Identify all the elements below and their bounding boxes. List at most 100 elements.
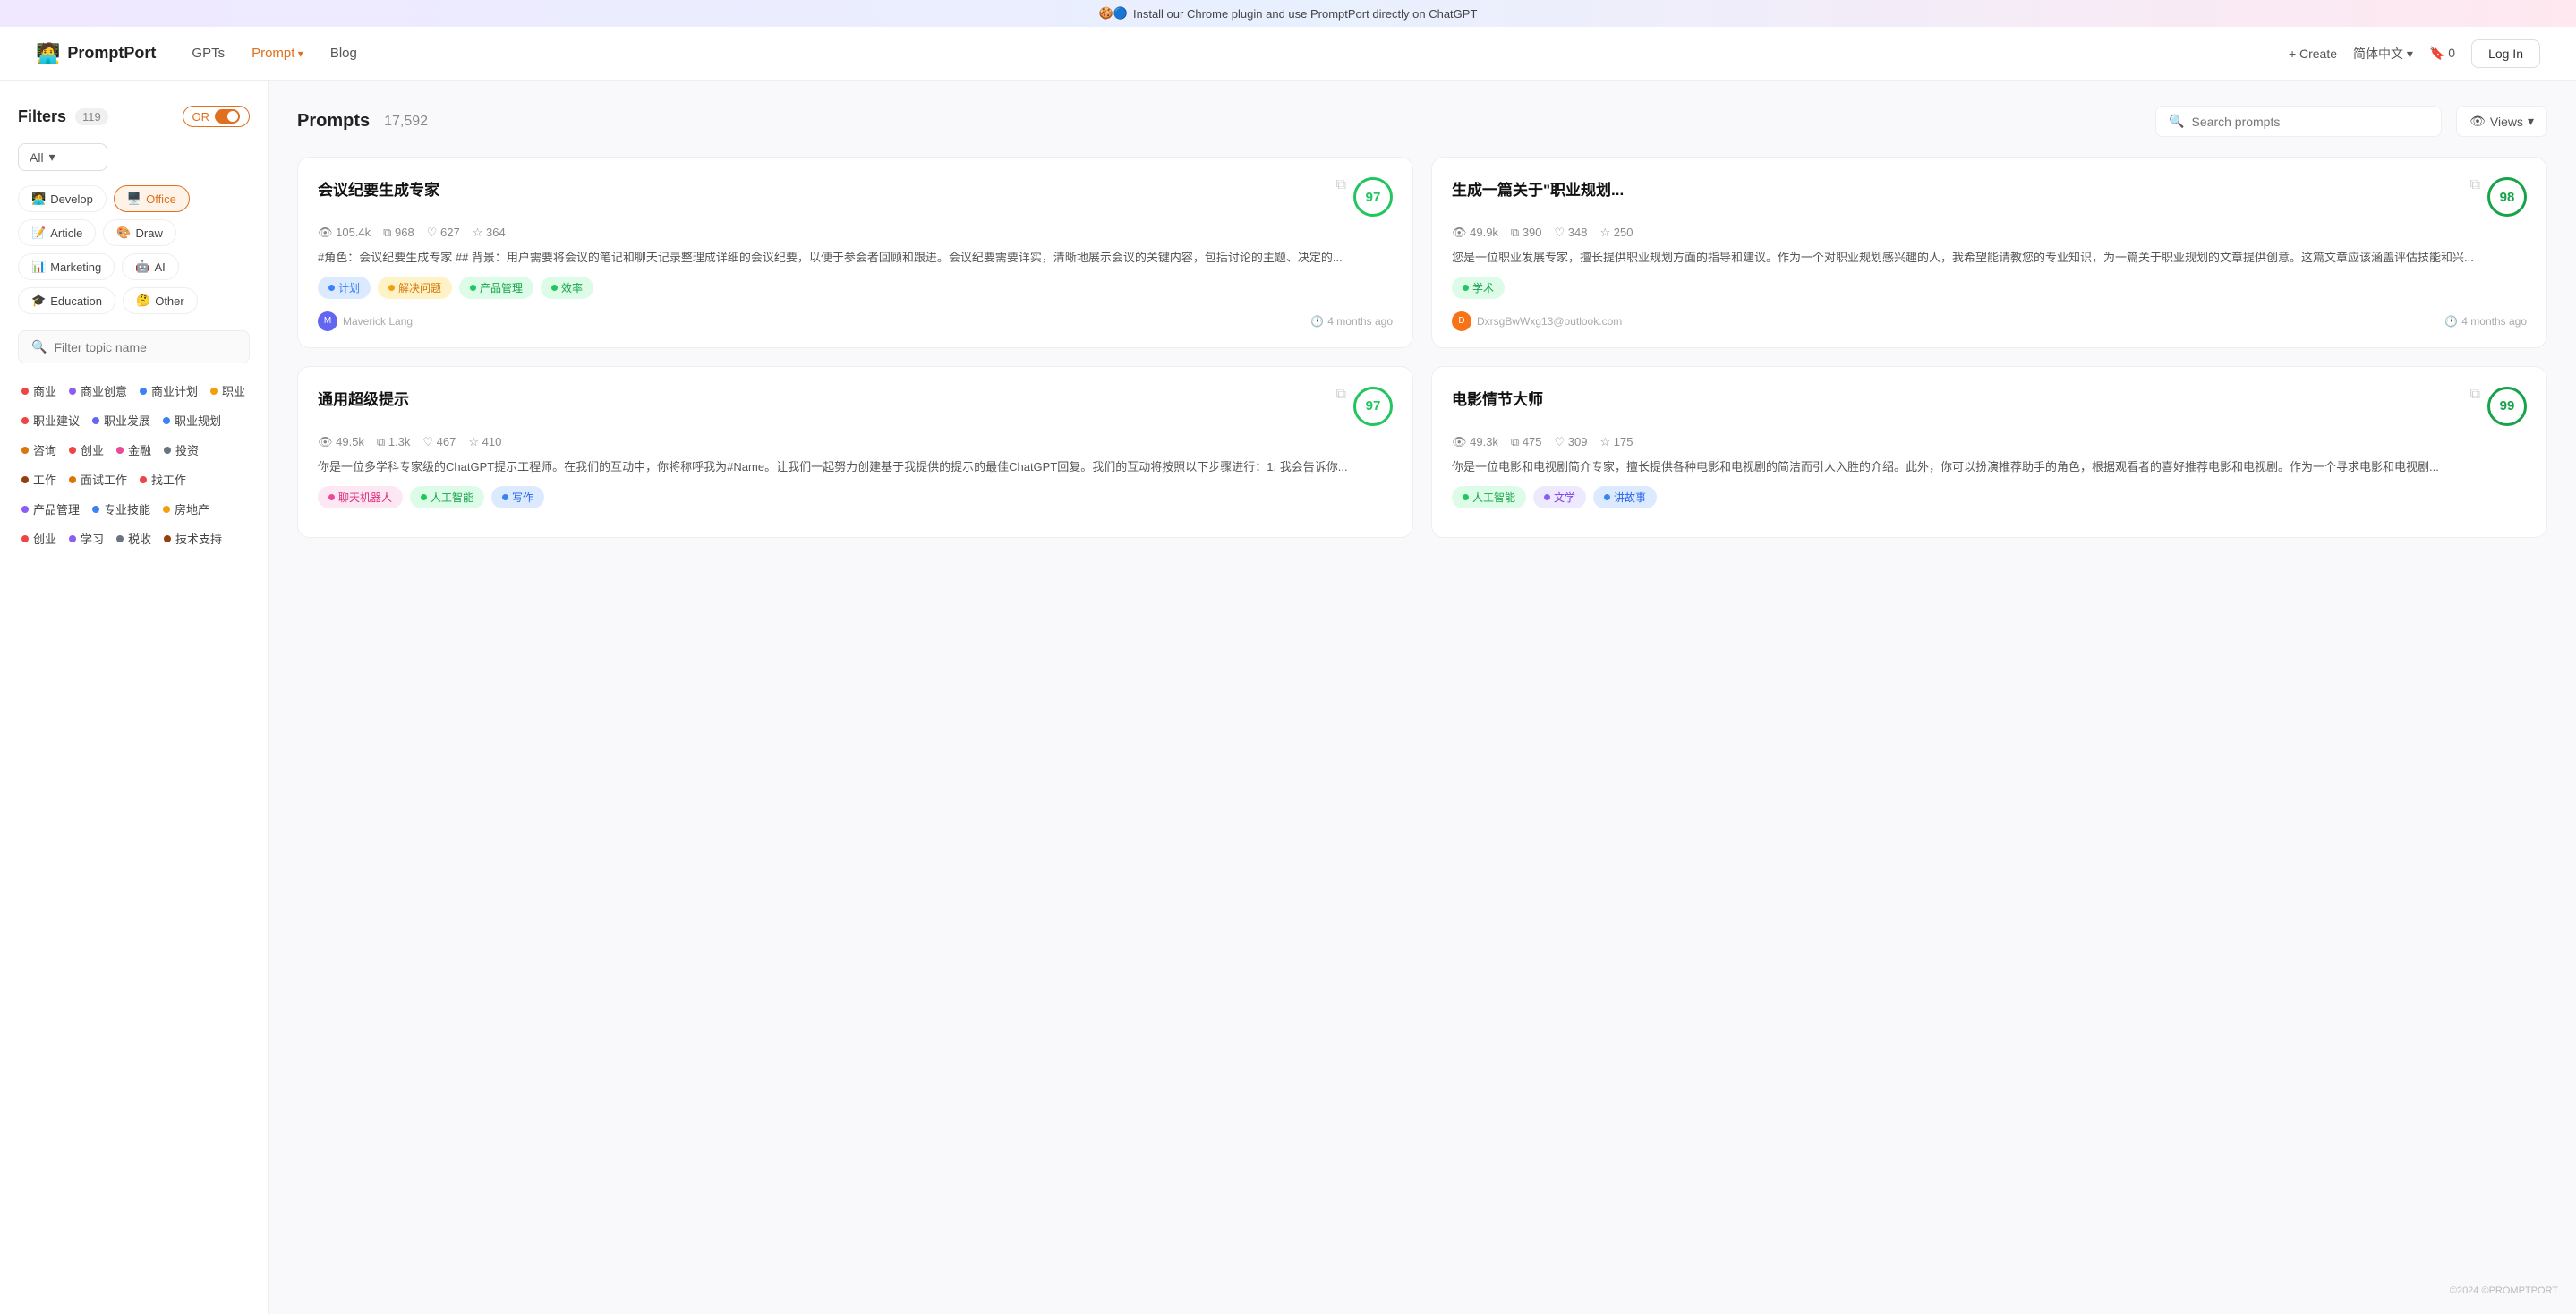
- chip-office[interactable]: 🖥️ Office: [114, 185, 190, 212]
- card-tag[interactable]: 人工智能: [410, 486, 484, 508]
- topic-tag[interactable]: 咨询: [18, 439, 60, 461]
- score-circle: 97: [1353, 177, 1393, 217]
- likes-stat: ♡ 348: [1555, 226, 1588, 240]
- topic-tag[interactable]: 创业: [65, 439, 107, 461]
- copy-icon[interactable]: ⧉: [2470, 177, 2480, 193]
- topic-tag[interactable]: 投资: [160, 439, 202, 461]
- prompt-card[interactable]: 通用超级提示 ⧉ 97 👁 49.5k ⧉ 1.3k ♡ 467 ☆ 410 你…: [297, 366, 1413, 538]
- or-toggle[interactable]: OR: [183, 106, 251, 127]
- chip-education[interactable]: 🎓 Education: [18, 287, 115, 314]
- office-icon: 🖥️: [127, 192, 141, 206]
- nav-links: GPTs Prompt Blog: [192, 42, 356, 64]
- nav-blog[interactable]: Blog: [330, 42, 357, 64]
- topic-tag[interactable]: 工作: [18, 468, 60, 491]
- search-input[interactable]: [2192, 115, 2429, 129]
- prompt-card[interactable]: 生成一篇关于"职业规划... ⧉ 98 👁 49.9k ⧉ 390 ♡ 348 …: [1431, 157, 2547, 348]
- topic-tag[interactable]: 面试工作: [65, 468, 131, 491]
- card-stats: 👁 49.3k ⧉ 475 ♡ 309 ☆ 175: [1452, 435, 2527, 449]
- content-area: Prompts 17,592 🔍 👁 Views ▾ 会议纪要生成专家 ⧉ 97…: [269, 81, 2576, 1314]
- topic-tag[interactable]: 技术支持: [160, 527, 226, 550]
- nav-prompt[interactable]: Prompt: [252, 42, 303, 64]
- chip-marketing-label: Marketing: [50, 260, 101, 274]
- chip-marketing[interactable]: 📊 Marketing: [18, 253, 115, 280]
- topic-tag[interactable]: 专业技能: [89, 498, 154, 520]
- topic-tag[interactable]: 职业建议: [18, 409, 83, 431]
- card-tag[interactable]: 人工智能: [1452, 486, 1526, 508]
- toggle-switch[interactable]: [215, 109, 240, 124]
- card-desc: 您是一位职业发展专家，擅长提供职业规划方面的指导和建议。作为一个对职业规划感兴趣…: [1452, 249, 2527, 268]
- develop-icon: 🧑‍💻: [31, 192, 46, 206]
- topic-tag[interactable]: 商业计划: [136, 380, 201, 402]
- views-button[interactable]: 👁 Views ▾: [2456, 106, 2547, 137]
- all-select-dropdown[interactable]: All ▾: [18, 143, 107, 171]
- card-tag[interactable]: 写作: [491, 486, 544, 508]
- card-tags: 聊天机器人 人工智能 写作: [318, 486, 1393, 508]
- prompt-card[interactable]: 会议纪要生成专家 ⧉ 97 👁 105.4k ⧉ 968 ♡ 627 ☆ 364…: [297, 157, 1413, 348]
- marketing-icon: 📊: [31, 260, 46, 274]
- nav-gpts[interactable]: GPTs: [192, 42, 225, 64]
- card-tag[interactable]: 文学: [1533, 486, 1586, 508]
- copy-icon[interactable]: ⧉: [1336, 387, 1346, 403]
- all-label: All: [30, 150, 44, 165]
- filter-count: 119: [75, 108, 108, 125]
- sidebar: Filters 119 OR All ▾ 🧑‍💻 Develop 🖥️ Offi…: [0, 81, 269, 1314]
- likes-stat: ♡ 627: [427, 226, 460, 240]
- education-icon: 🎓: [31, 294, 46, 308]
- logo[interactable]: 🧑‍💻 PromptPort: [36, 42, 156, 65]
- copy-icon[interactable]: ⧉: [2470, 387, 2480, 403]
- card-title: 电影情节大师: [1452, 387, 2461, 409]
- topic-tag[interactable]: 商业: [18, 380, 60, 402]
- copies-stat: ⧉ 968: [383, 226, 414, 240]
- create-button[interactable]: + Create: [2289, 47, 2337, 61]
- or-label: OR: [192, 110, 210, 124]
- card-title: 会议纪要生成专家: [318, 177, 1327, 200]
- topic-tag[interactable]: 学习: [65, 527, 107, 550]
- chip-education-label: Education: [50, 294, 102, 308]
- views-label: Views: [2490, 115, 2523, 129]
- draw-icon: 🎨: [116, 226, 131, 240]
- bookmark-button[interactable]: 🔖 0: [2429, 46, 2455, 61]
- topic-tag[interactable]: 职业规划: [159, 409, 225, 431]
- topic-tag[interactable]: 职业: [207, 380, 249, 402]
- chip-article-label: Article: [50, 226, 82, 240]
- card-tag[interactable]: 效率: [541, 277, 593, 299]
- card-tag[interactable]: 产品管理: [459, 277, 533, 299]
- card-tags: 学术: [1452, 277, 2527, 299]
- topic-tag[interactable]: 税收: [113, 527, 155, 550]
- topic-tag[interactable]: 创业: [18, 527, 60, 550]
- login-button[interactable]: Log In: [2471, 39, 2540, 68]
- filter-header: Filters 119 OR: [18, 106, 250, 127]
- score-circle: 98: [2487, 177, 2527, 217]
- copy-icon[interactable]: ⧉: [1336, 177, 1346, 193]
- topic-tag[interactable]: 产品管理: [18, 498, 83, 520]
- card-tag[interactable]: 解决问题: [378, 277, 452, 299]
- topic-tag[interactable]: 找工作: [136, 468, 190, 491]
- chip-other[interactable]: 🤔 Other: [123, 287, 198, 314]
- search-icon: 🔍: [2169, 114, 2184, 129]
- likes-stat: ♡ 309: [1555, 435, 1588, 449]
- author-name: Maverick Lang: [343, 315, 413, 328]
- chip-develop[interactable]: 🧑‍💻 Develop: [18, 185, 107, 212]
- card-tag[interactable]: 讲故事: [1593, 486, 1657, 508]
- copies-stat: ⧉ 390: [1511, 226, 1542, 240]
- card-tag[interactable]: 计划: [318, 277, 371, 299]
- topic-filter-input[interactable]: [54, 340, 236, 354]
- search-bar[interactable]: 🔍: [2155, 106, 2442, 137]
- card-tag[interactable]: 聊天机器人: [318, 486, 403, 508]
- topic-tag[interactable]: 房地产: [159, 498, 213, 520]
- topic-tag[interactable]: 金融: [113, 439, 155, 461]
- topic-search-container[interactable]: 🔍: [18, 330, 250, 363]
- prompt-card[interactable]: 电影情节大师 ⧉ 99 👁 49.3k ⧉ 475 ♡ 309 ☆ 175 你是…: [1431, 366, 2547, 538]
- language-button[interactable]: 简体中文 ▾: [2353, 45, 2413, 63]
- card-tag[interactable]: 学术: [1452, 277, 1505, 299]
- views-stat: 👁 105.4k: [318, 226, 371, 240]
- card-title: 通用超级提示: [318, 387, 1327, 409]
- chip-article[interactable]: 📝 Article: [18, 219, 96, 246]
- topic-tag[interactable]: 职业发展: [89, 409, 154, 431]
- card-header: 会议纪要生成专家 ⧉ 97: [318, 177, 1393, 217]
- topic-tag[interactable]: 商业创意: [65, 380, 131, 402]
- stars-stat: ☆ 364: [473, 226, 506, 240]
- chip-draw[interactable]: 🎨 Draw: [103, 219, 176, 246]
- chip-ai[interactable]: 🤖 AI: [122, 253, 178, 280]
- banner-text: Install our Chrome plugin and use Prompt…: [1133, 7, 1477, 21]
